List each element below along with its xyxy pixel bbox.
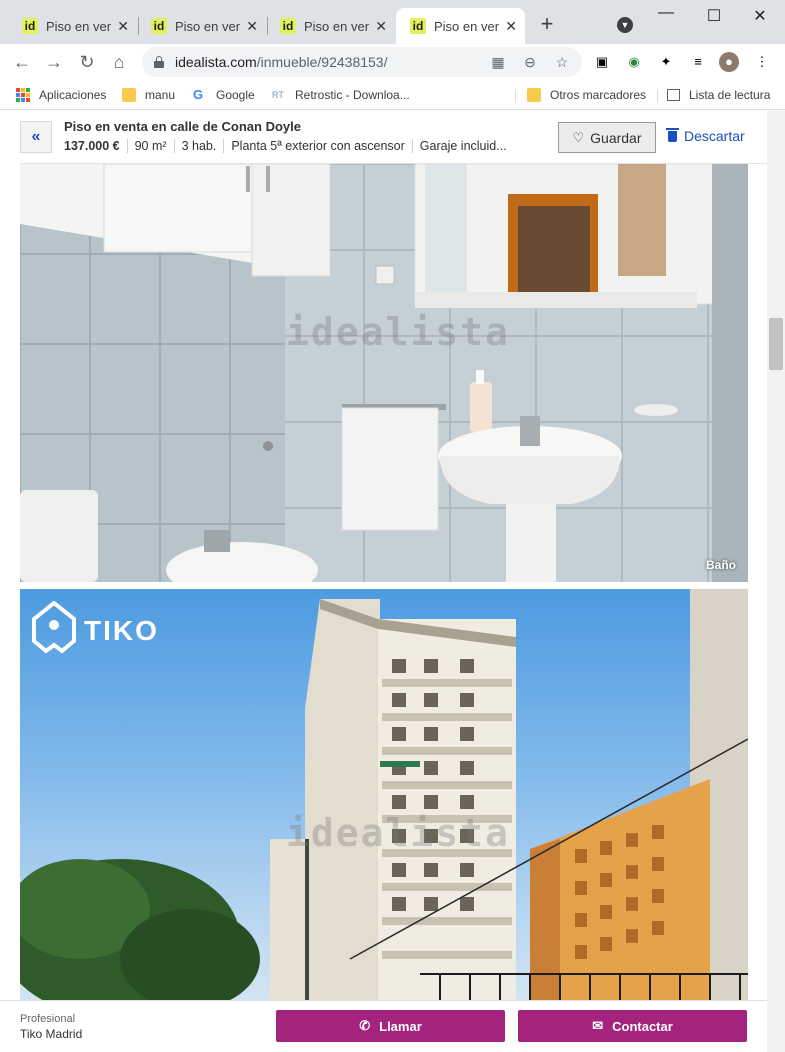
lock-icon[interactable] <box>154 56 164 68</box>
back-arrow-icon[interactable]: ← <box>10 50 34 74</box>
chat-icon: ✉ <box>592 1018 604 1033</box>
contact-button[interactable]: ✉ Contactar <box>518 1010 747 1042</box>
bookmark-label: Google <box>216 88 255 102</box>
advertiser-name[interactable]: Tiko Madrid <box>20 1027 82 1041</box>
call-button-label: Llamar <box>379 1018 422 1034</box>
discard-label: Descartar <box>684 128 745 144</box>
idealista-watermark: idealista <box>286 310 510 354</box>
idealista-favicon-icon: id <box>280 18 296 34</box>
bookmark-label: Lista de lectura <box>689 88 771 102</box>
tab-title: Piso en venta <box>175 18 241 34</box>
listing-rooms: 3 hab. <box>173 139 224 153</box>
bookmark-lista-de-lectura[interactable]: Lista de lectura <box>667 86 770 104</box>
close-window-icon[interactable]: ✕ <box>748 6 772 26</box>
tab-title: Piso en venta <box>434 18 500 34</box>
contact-button-label: Contactar <box>612 1018 673 1034</box>
idealista-watermark: idealista <box>286 811 510 855</box>
bookmark-retrostic[interactable]: RT Retrostic - Downloa... <box>272 86 410 104</box>
tiko-logo: TIKO <box>84 615 159 646</box>
new-tab-button[interactable]: + <box>536 12 558 38</box>
address-bar[interactable]: idealista.com/inmueble/92438153/ ▦ ⊖ ☆ <box>142 47 582 77</box>
photo-caption: Baño <box>706 558 736 572</box>
close-tab-icon[interactable]: ✕ <box>375 18 387 35</box>
bookmark-google[interactable]: G Google <box>193 86 255 104</box>
extensions-puzzle-icon[interactable]: ✦ <box>656 52 676 72</box>
contact-bar: Profesional Tiko Madrid ✆ Llamar ✉ Conta… <box>0 1000 767 1052</box>
bookmark-label: Otros marcadores <box>550 88 647 102</box>
bookmark-label: Aplicaciones <box>39 88 107 102</box>
tab-search-icon[interactable]: ▼ <box>617 17 633 33</box>
browser-tab-1[interactable]: id Piso en venta ✕ <box>8 8 137 44</box>
tab-strip: id Piso en venta ✕ id Piso en venta ✕ id… <box>0 0 785 44</box>
save-button-label: Guardar <box>590 129 642 146</box>
extension-2-icon[interactable]: ◉ <box>624 52 644 72</box>
page-scrollbar-thumb[interactable] <box>769 318 783 370</box>
bookmark-manu[interactable]: manu <box>122 86 175 104</box>
browser-tab-4-active[interactable]: id Piso en venta ✕ <box>396 8 525 44</box>
listing-floor: Planta 5ª exterior con ascensor <box>223 139 411 153</box>
bathroom-illustration <box>20 164 748 582</box>
menu-kebab-icon[interactable]: ⋮ <box>752 52 772 72</box>
qr-code-icon[interactable]: ▦ <box>488 52 508 72</box>
listing-price: 137.000 € <box>64 139 120 153</box>
listing-title: Piso en venta en calle de Conan Doyle <box>64 119 301 134</box>
bookmark-apps[interactable]: Aplicaciones <box>16 86 106 104</box>
browser-toolbar: ← → ↻ ⌂ idealista.com/inmueble/92438153/… <box>0 44 785 80</box>
listing-sticky-header: « Piso en venta en calle de Conan Doyle … <box>20 111 767 164</box>
idealista-favicon-icon: id <box>410 18 426 34</box>
zoom-icon[interactable]: ⊖ <box>520 52 540 72</box>
tab-title: Piso en venta <box>46 18 112 34</box>
browser-tab-3[interactable]: id Piso en venta ✕ <box>266 8 395 44</box>
bookmark-label: manu <box>145 88 176 102</box>
apps-icon <box>16 88 30 102</box>
retrostic-icon: RT <box>272 90 284 100</box>
media-control-icon[interactable]: ≡ <box>688 52 708 72</box>
page-content: « Piso en venta en calle de Conan Doyle … <box>0 111 785 1052</box>
bookmark-divider <box>657 89 658 103</box>
listing-garage: Garaje incluid... <box>411 139 514 153</box>
google-icon: G <box>193 87 204 102</box>
minimize-icon[interactable]: — <box>654 4 678 24</box>
building-illustration <box>20 589 748 1004</box>
listing-facts: 137.000 € 90 m² 3 hab. Planta 5ª exterio… <box>64 139 514 153</box>
forward-arrow-icon[interactable]: → <box>42 50 66 74</box>
bookmark-divider <box>515 89 516 103</box>
close-tab-icon[interactable]: ✕ <box>246 18 258 35</box>
reload-icon[interactable]: ↻ <box>75 50 99 74</box>
maximize-icon[interactable]: ☐ <box>702 6 726 26</box>
close-tab-icon[interactable]: ✕ <box>505 18 517 35</box>
bookmark-label: Retrostic - Downloa... <box>295 88 410 102</box>
url-text: idealista.com/inmueble/92438153/ <box>175 54 388 70</box>
page-scrollbar-track[interactable] <box>767 111 785 1052</box>
folder-icon <box>527 88 541 102</box>
listing-area: 90 m² <box>126 139 174 153</box>
bookmarks-bar: Aplicaciones manu G Google RT Retrostic … <box>0 80 785 110</box>
save-button[interactable]: ♡ Guardar <box>558 122 656 153</box>
extension-1-icon[interactable]: ▣ <box>592 52 612 72</box>
advertiser-type: Profesional <box>20 1013 76 1025</box>
photo-bathroom[interactable]: idealista Baño <box>20 164 748 582</box>
close-tab-icon[interactable]: ✕ <box>117 18 129 35</box>
reading-list-icon <box>667 89 680 101</box>
home-icon[interactable]: ⌂ <box>107 50 131 74</box>
bookmark-star-icon[interactable]: ☆ <box>552 52 572 72</box>
profile-avatar[interactable]: ● <box>719 52 739 72</box>
bookmark-otros-marcadores[interactable]: Otros marcadores <box>527 86 646 104</box>
call-button[interactable]: ✆ Llamar <box>276 1010 505 1042</box>
trash-icon <box>666 127 679 142</box>
browser-tab-2[interactable]: id Piso en venta ✕ <box>137 8 266 44</box>
discard-link[interactable]: Descartar <box>666 127 745 144</box>
back-button[interactable]: « <box>20 121 52 153</box>
idealista-favicon-icon: id <box>151 18 167 34</box>
phone-icon: ✆ <box>359 1018 371 1033</box>
idealista-favicon-icon: id <box>22 18 38 34</box>
heart-icon: ♡ <box>572 129 585 145</box>
folder-icon <box>122 88 136 102</box>
tab-title: Piso en venta <box>304 18 370 34</box>
photo-building-exterior[interactable]: TIKO idealista <box>20 589 748 1004</box>
